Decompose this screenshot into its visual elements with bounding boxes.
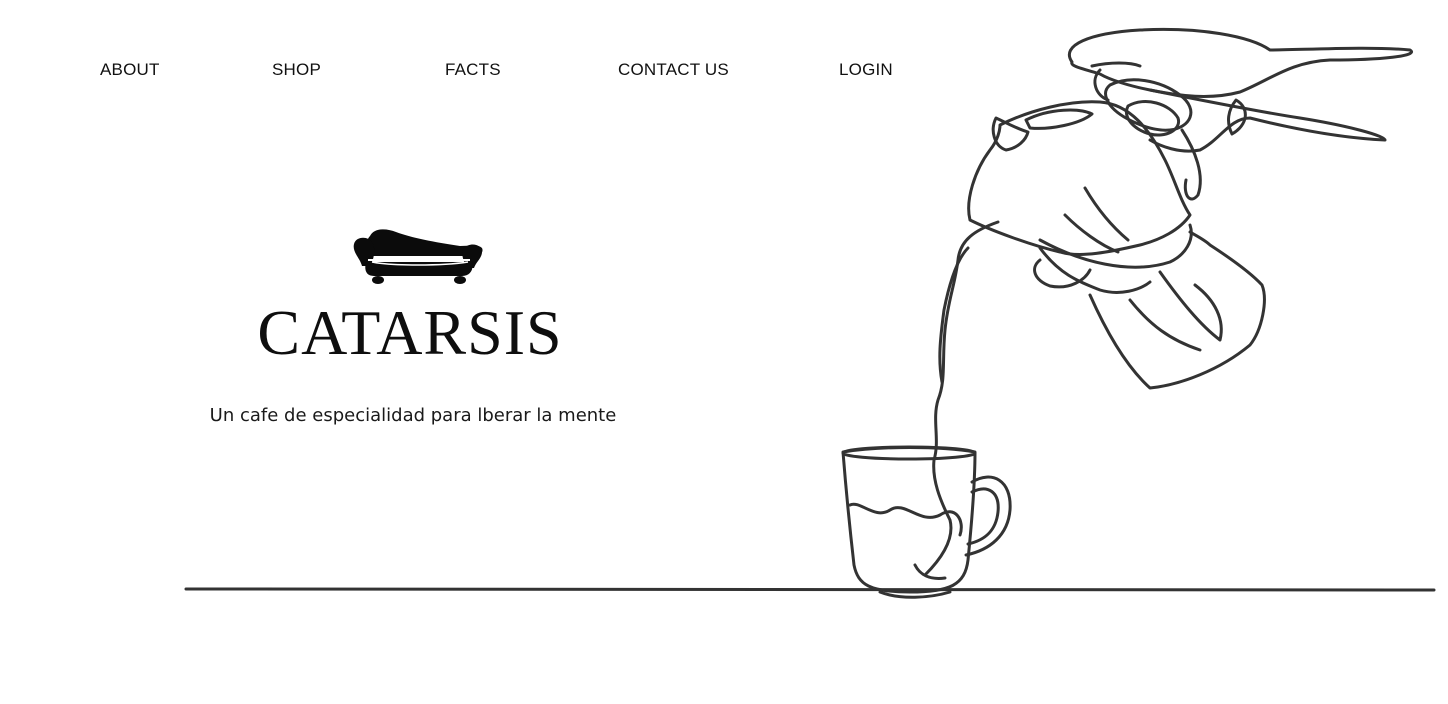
hand-icon (1067, 27, 1414, 98)
sofa-icon (353, 229, 483, 284)
nav-item-login[interactable]: LOGIN (839, 60, 893, 80)
brand-title: CATARSIS (257, 297, 563, 368)
coffee-pot-icon (967, 100, 1192, 256)
hero-section: CATARSIS Un cafe de especialidad para lb… (0, 0, 820, 704)
cup-icon (841, 446, 977, 594)
pour-stream (923, 220, 1000, 577)
tagline: Un cafe de especialidad para lberar la m… (209, 405, 617, 426)
